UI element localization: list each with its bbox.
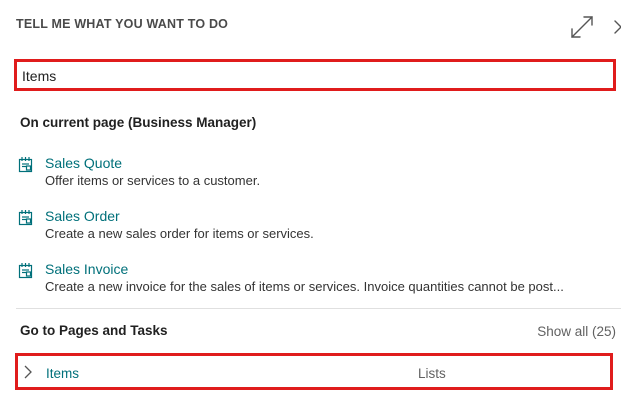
result-name[interactable]: Sales Invoice — [45, 261, 128, 277]
search-box — [14, 59, 616, 91]
task-name[interactable]: Items — [46, 366, 79, 381]
tell-me-panel: TELL ME WHAT YOU WANT TO DO On current p… — [0, 0, 621, 407]
close-icon[interactable] — [612, 15, 621, 39]
result-description: Offer items or services to a customer. — [45, 173, 261, 188]
document-icon — [18, 262, 35, 279]
current-page-heading: On current page (Business Manager) — [20, 115, 257, 130]
task-type: Lists — [418, 366, 446, 381]
pages-tasks-heading: Go to Pages and Tasks — [20, 323, 168, 338]
result-description: Create a new sales order for items or se… — [45, 226, 314, 241]
result-name[interactable]: Sales Quote — [45, 155, 122, 171]
result-sales-quote[interactable]: Sales Quote Offer items or services to a… — [18, 155, 608, 195]
chevron-right-icon[interactable] — [23, 365, 33, 379]
result-sales-invoice[interactable]: Sales Invoice Create a new invoice for t… — [18, 261, 608, 301]
document-icon — [18, 209, 35, 226]
search-input[interactable] — [22, 66, 607, 86]
expand-icon[interactable] — [570, 15, 594, 39]
document-icon — [18, 156, 35, 173]
panel-title: TELL ME WHAT YOU WANT TO DO — [16, 17, 229, 31]
show-all-link[interactable]: Show all (25) — [537, 324, 616, 339]
result-description: Create a new invoice for the sales of it… — [45, 279, 564, 294]
section-divider — [16, 308, 621, 309]
task-row-items[interactable]: Items Lists — [15, 353, 613, 390]
result-name[interactable]: Sales Order — [45, 208, 120, 224]
result-sales-order[interactable]: Sales Order Create a new sales order for… — [18, 208, 608, 248]
